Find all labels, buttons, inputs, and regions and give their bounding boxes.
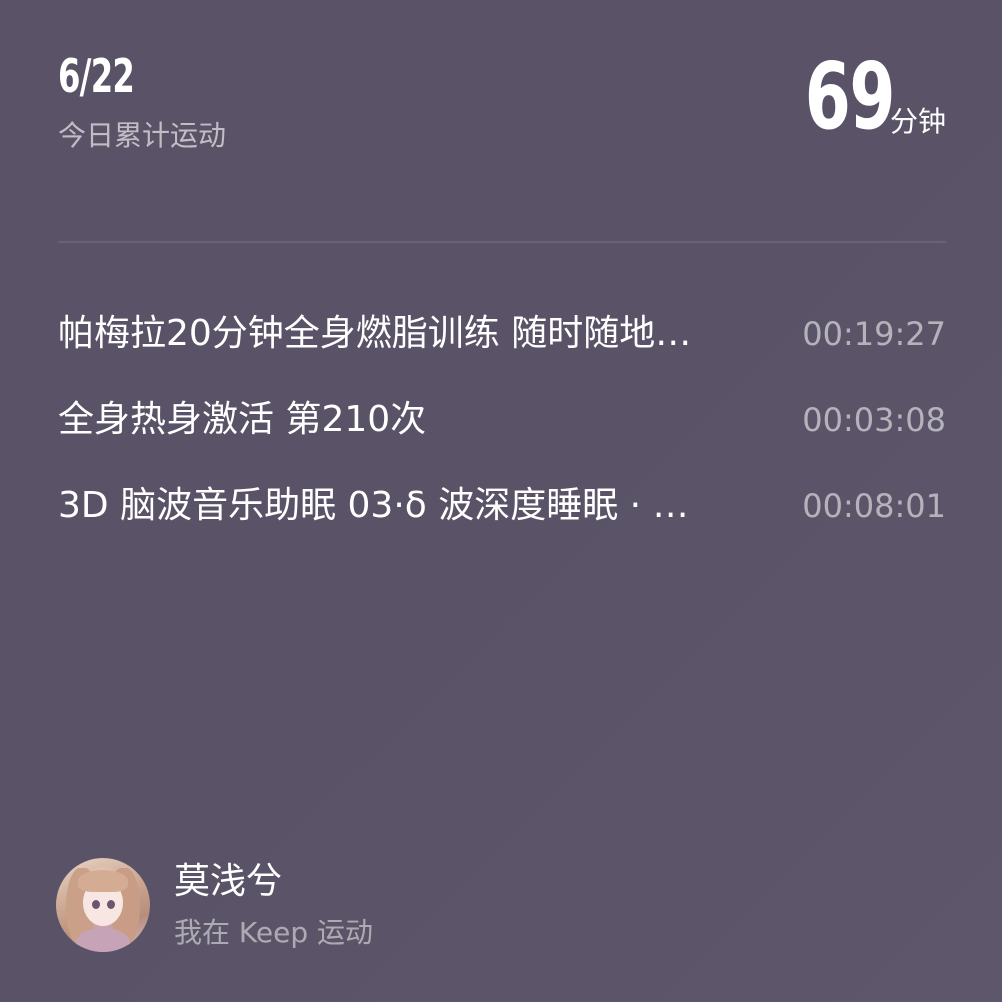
activity-item[interactable]: 帕梅拉20分钟全身燃脂训练 随时随地… 00:19:27: [58, 302, 946, 366]
activity-list: 帕梅拉20分钟全身燃脂训练 随时随地… 00:19:27 全身热身激活 第210…: [58, 302, 946, 560]
avatar-body: [76, 928, 130, 952]
date-label: 6/22: [58, 49, 135, 103]
activity-item[interactable]: 全身热身激活 第210次 00:03:08: [58, 388, 946, 452]
avatar-bangs: [78, 870, 128, 892]
activity-duration: 00:03:08: [802, 401, 946, 439]
user-name: 莫浅兮: [174, 861, 283, 902]
activity-title: 3D 脑波音乐助眠 03·δ 波深度睡眠 · …: [58, 485, 689, 526]
keep-activity-card: 6/22 今日累计运动 69 分钟 帕梅拉20分钟全身燃脂训练 随时随地… 00…: [0, 0, 1002, 1002]
header-divider: [58, 241, 946, 243]
activity-duration: 00:08:01: [802, 487, 946, 525]
avatar[interactable]: [56, 858, 150, 952]
activity-title: 帕梅拉20分钟全身燃脂训练 随时随地…: [58, 313, 692, 354]
avatar-eye-right: [107, 900, 115, 909]
total-duration-value: 69: [804, 43, 896, 150]
total-duration: 69 分钟: [770, 43, 946, 150]
user-info: 莫浅兮 我在 Keep 运动: [174, 860, 373, 950]
activity-item[interactable]: 3D 脑波音乐助眠 03·δ 波深度睡眠 · … 00:08:01: [58, 474, 946, 538]
avatar-eye-left: [92, 900, 100, 909]
user-profile[interactable]: 莫浅兮 我在 Keep 运动: [56, 858, 373, 952]
daily-total-caption: 今日累计运动: [58, 119, 227, 152]
activity-duration: 00:19:27: [802, 315, 946, 353]
activity-title: 全身热身激活 第210次: [58, 399, 427, 440]
user-caption: 我在 Keep 运动: [174, 916, 373, 949]
total-duration-unit: 分钟: [889, 105, 946, 138]
